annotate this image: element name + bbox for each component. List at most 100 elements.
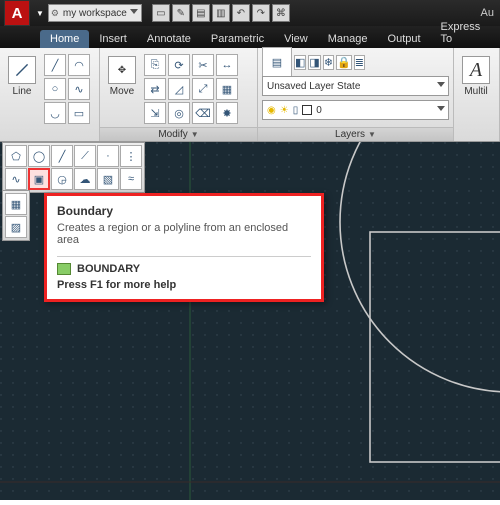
ellipse-arc-icon[interactable]: ◡ [44, 102, 66, 124]
xline-icon[interactable]: ⟋ [74, 145, 96, 167]
layers-panel-label[interactable]: Layers▼ [258, 127, 453, 141]
layer-freeze-icon[interactable]: ❄ [323, 55, 334, 70]
rotate-icon[interactable]: ⟳ [168, 54, 190, 76]
title-bar: A ▼ ⚙ my workspace ▭ ✎ ▤ ▥ ↶ ↷ ⌘ Au [0, 0, 500, 26]
gear-icon: ⚙ [51, 8, 59, 19]
tab-annotate[interactable]: Annotate [137, 30, 201, 48]
tooltip-divider [57, 256, 311, 257]
layer-properties-icon[interactable]: ▤ [262, 47, 292, 77]
layer-match-icon[interactable]: ≣ [354, 55, 365, 70]
modify-panel-label[interactable]: Modify▼ [100, 127, 257, 141]
arc-icon[interactable]: ◠ [68, 54, 90, 76]
circle-entity [340, 142, 500, 392]
draw-flyout-extra: ▦ ▨ [2, 190, 30, 241]
erase-icon[interactable]: ⌫ [192, 102, 214, 124]
tooltip-description: Creates a region or a polyline from an e… [57, 222, 311, 246]
extend-icon[interactable]: ↔ [216, 54, 238, 76]
panel-layers: ▤ ◧ ◨ ❄ 🔒 ≣ Unsaved Layer State ◉ ☀ ▯ 0 … [258, 48, 454, 141]
spline-icon[interactable]: ∿ [68, 78, 90, 100]
qat-save-icon[interactable]: ▤ [192, 4, 210, 22]
tooltip-help: Press F1 for more help [57, 279, 311, 291]
qat-open-icon[interactable]: ✎ [172, 4, 190, 22]
chevron-down-icon [130, 9, 138, 14]
qat-new-icon[interactable]: ▭ [152, 4, 170, 22]
tooltip-command-row: BOUNDARY [57, 263, 311, 275]
line-icon [8, 56, 36, 84]
tab-manage[interactable]: Manage [318, 30, 378, 48]
tooltip: Boundary Creates a region or a polyline … [44, 193, 324, 302]
layer-lock-icon[interactable]: 🔒 [336, 55, 352, 70]
tooltip-title: Boundary [57, 204, 311, 218]
move-icon: ✥ [108, 56, 136, 84]
app-logo[interactable]: A [4, 0, 30, 26]
hatch-icon[interactable]: ▨ [5, 216, 27, 238]
move-button[interactable]: ✥ Move [104, 51, 140, 124]
text-icon: A [462, 56, 490, 84]
layer-color-swatch [302, 105, 312, 115]
ribbon-tabs: Home Insert Annotate Parametric View Man… [0, 26, 500, 48]
layer-iso-icon[interactable]: ◧ [294, 55, 306, 70]
line-button[interactable]: Line [4, 51, 40, 124]
explode-icon[interactable]: ✸ [216, 102, 238, 124]
polyline-icon[interactable]: ╱ [44, 54, 66, 76]
qat-plot-icon[interactable]: ⌘ [272, 4, 290, 22]
tab-view[interactable]: View [274, 30, 318, 48]
draw-flyout-palette: ⬠ ◯ ╱ ⟋ · ⋮ ∿ ▣ ◶ ☁ ▧ ≈ [2, 142, 145, 193]
layer-current-combo[interactable]: ◉ ☀ ▯ 0 [262, 100, 449, 120]
fillet-icon[interactable]: ◿ [168, 78, 190, 100]
chevron-down-icon [437, 106, 445, 111]
helix-icon[interactable]: ≈ [120, 168, 142, 190]
line-label: Line [13, 86, 32, 97]
layer-uniso-icon[interactable]: ◨ [308, 55, 320, 70]
point-icon[interactable]: · [97, 145, 119, 167]
layer-state-value: Unsaved Layer State [267, 81, 360, 92]
divide-icon[interactable]: ⋮ [120, 145, 142, 167]
copy-icon[interactable]: ⎘ [144, 54, 166, 76]
gradient-icon[interactable]: ▦ [5, 193, 27, 215]
tab-express[interactable]: Express To [431, 18, 500, 48]
donut-icon[interactable]: ◯ [28, 145, 50, 167]
sun-icon: ☀ [280, 105, 289, 116]
tab-output[interactable]: Output [378, 30, 431, 48]
bulb-icon: ◉ [267, 105, 276, 116]
polygon-icon[interactable]: ⬠ [5, 145, 27, 167]
trim-icon[interactable]: ✂ [192, 54, 214, 76]
tab-insert[interactable]: Insert [89, 30, 137, 48]
ribbon: Line ╱ ◠ ○ ∿ ◡ ▭ ✥ Move ⎘ ⟳ ✂ ↔ ⇄ [0, 48, 500, 142]
circle-icon[interactable]: ○ [44, 78, 66, 100]
ray-icon[interactable]: ╱ [51, 145, 73, 167]
qat-saveas-icon[interactable]: ▥ [212, 4, 230, 22]
command-icon [57, 263, 71, 275]
panel-draw: Line ╱ ◠ ○ ∿ ◡ ▭ [0, 48, 100, 141]
stretch-icon[interactable]: ⇲ [144, 102, 166, 124]
spline-tool-icon[interactable]: ∿ [5, 168, 27, 190]
panel-annot-stub: A Multil [454, 48, 500, 141]
scale-icon[interactable]: ⤢ [192, 78, 214, 100]
revcloud-icon[interactable]: ☁ [74, 168, 96, 190]
offset-icon[interactable]: ◎ [168, 102, 190, 124]
workspace-label: my workspace [63, 8, 127, 19]
quick-access-toolbar: ▭ ✎ ▤ ▥ ↶ ↷ ⌘ [152, 4, 290, 22]
wipeout-icon[interactable]: ▧ [97, 168, 119, 190]
draw-small-tools: ╱ ◠ ○ ∿ ◡ ▭ [44, 54, 90, 124]
move-label: Move [110, 86, 134, 97]
qat-redo-icon[interactable]: ↷ [252, 4, 270, 22]
tab-parametric[interactable]: Parametric [201, 30, 274, 48]
tooltip-command: BOUNDARY [77, 263, 140, 275]
workspace-selector[interactable]: ⚙ my workspace [48, 4, 142, 22]
rectangle-entity [370, 232, 500, 462]
rectangle-icon[interactable]: ▭ [68, 102, 90, 124]
qat-undo-icon[interactable]: ↶ [232, 4, 250, 22]
tab-home[interactable]: Home [40, 30, 89, 48]
modify-tools: ⎘ ⟳ ✂ ↔ ⇄ ◿ ⤢ ▦ ⇲ ◎ ⌫ ✸ [144, 54, 238, 124]
layer-current-value: 0 [316, 105, 322, 116]
array-icon[interactable]: ▦ [216, 78, 238, 100]
mirror-icon[interactable]: ⇄ [144, 78, 166, 100]
multiline-label: Multil [464, 86, 487, 97]
region-icon[interactable]: ◶ [51, 168, 73, 190]
boundary-icon[interactable]: ▣ [28, 168, 50, 190]
multiline-text-button[interactable]: A Multil [458, 51, 494, 97]
app-menu-chevron[interactable]: ▼ [34, 9, 44, 18]
layer-state-combo[interactable]: Unsaved Layer State [262, 76, 449, 96]
chevron-down-icon [437, 82, 445, 87]
